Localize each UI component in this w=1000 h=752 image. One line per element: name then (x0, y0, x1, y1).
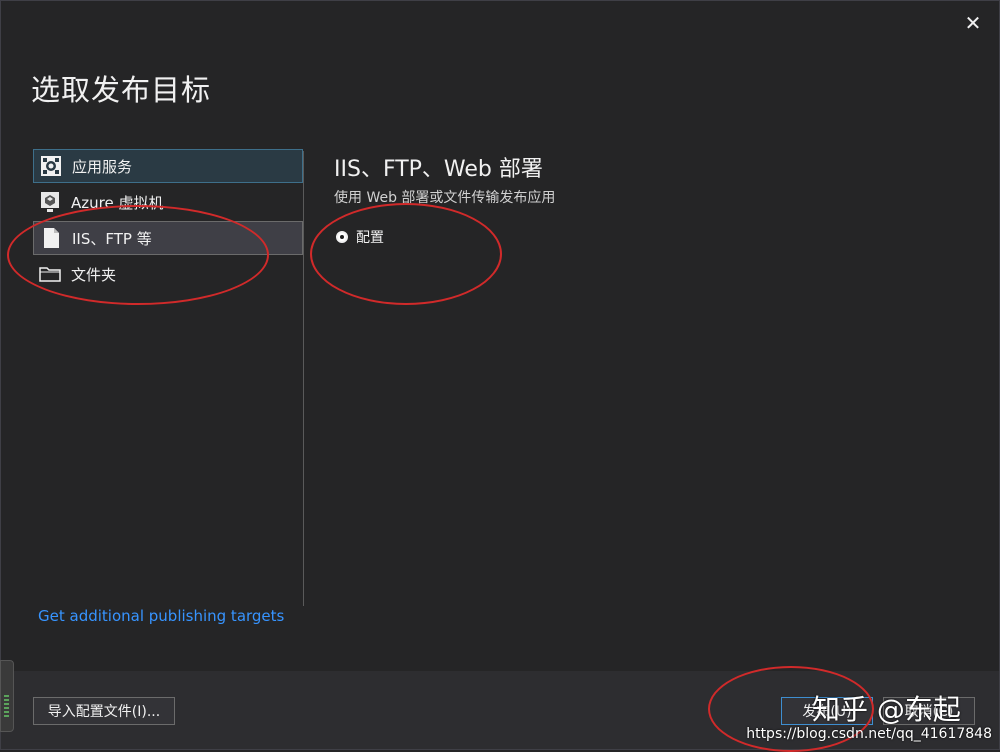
sidebar-item-label: IIS、FTP 等 (72, 229, 152, 248)
pane-divider (303, 151, 304, 606)
virtual-machine-icon (39, 191, 61, 213)
close-icon[interactable]: ✕ (961, 11, 985, 35)
dialog-title: 选取发布目标 (31, 73, 212, 107)
import-profile-button[interactable]: 导入配置文件(I)... (33, 697, 175, 725)
sidebar-item-label: Azure 虚拟机 (71, 193, 164, 212)
watermark-url: https://blog.csdn.net/qq_41617848 (746, 726, 992, 742)
sidebar-item-folder[interactable]: 文件夹 (33, 257, 303, 291)
sidebar-item-app-service[interactable]: 应用服务 (33, 149, 303, 183)
sidebar-item-label: 文件夹 (71, 265, 117, 284)
additional-targets-link[interactable]: Get additional publishing targets (38, 607, 284, 625)
document-icon (40, 227, 62, 249)
edge-scroll-handle (0, 660, 14, 732)
radio-selected-icon[interactable] (336, 231, 348, 243)
configure-radio-option[interactable]: 配置 (336, 227, 384, 247)
configure-radio-label: 配置 (356, 230, 384, 246)
sidebar-item-iis-ftp[interactable]: IIS、FTP 等 (33, 221, 303, 255)
app-service-icon (40, 155, 62, 177)
target-description: 使用 Web 部署或文件传输发布应用 (334, 190, 556, 206)
watermark-brand: 知乎 @东起 (812, 693, 961, 726)
target-title: IIS、FTP、Web 部署 (334, 157, 543, 182)
folder-icon (39, 263, 61, 285)
sidebar-item-azure-vm[interactable]: Azure 虚拟机 (33, 185, 303, 219)
sidebar-item-label: 应用服务 (72, 157, 133, 176)
target-details: IIS、FTP、Web 部署 使用 Web 部署或文件传输发布应用 配置 (334, 151, 556, 246)
target-list: 应用服务 Azure 虚拟机 IIS、FTP 等 文件夹 (33, 149, 303, 293)
publish-target-dialog: ✕ 选取发布目标 应用服务 Azure 虚拟机 IIS、FTP 等 文件夹 II… (0, 0, 1000, 750)
